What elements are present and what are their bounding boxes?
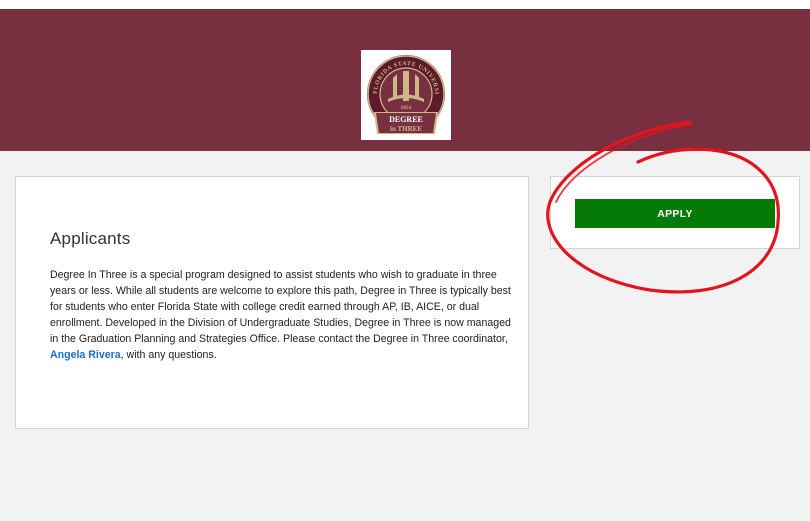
applicants-card: Applicants Degree In Three is a special … bbox=[15, 176, 529, 429]
applicants-title: Applicants bbox=[50, 229, 131, 248]
applicants-description: Degree In Three is a special program des… bbox=[50, 267, 512, 364]
description-text: Degree In Three is a special program des… bbox=[50, 269, 511, 346]
top-strip bbox=[0, 0, 810, 9]
coordinator-link[interactable]: Angela Rivera bbox=[50, 349, 121, 361]
fsu-degree-in-three-logo: FLORIDA STATE UNIVERSITY 1851 DEGREE in … bbox=[361, 50, 451, 140]
description-suffix: , with any questions. bbox=[120, 349, 217, 362]
banner-in-three: in THREE bbox=[390, 125, 422, 133]
banner-degree: DEGREE bbox=[389, 115, 423, 124]
fsu-seal-icon: FLORIDA STATE UNIVERSITY 1851 DEGREE in … bbox=[363, 52, 445, 134]
apply-card: APPLY bbox=[550, 176, 800, 249]
apply-button[interactable]: APPLY bbox=[575, 199, 775, 228]
seal-year: 1851 bbox=[401, 105, 412, 111]
